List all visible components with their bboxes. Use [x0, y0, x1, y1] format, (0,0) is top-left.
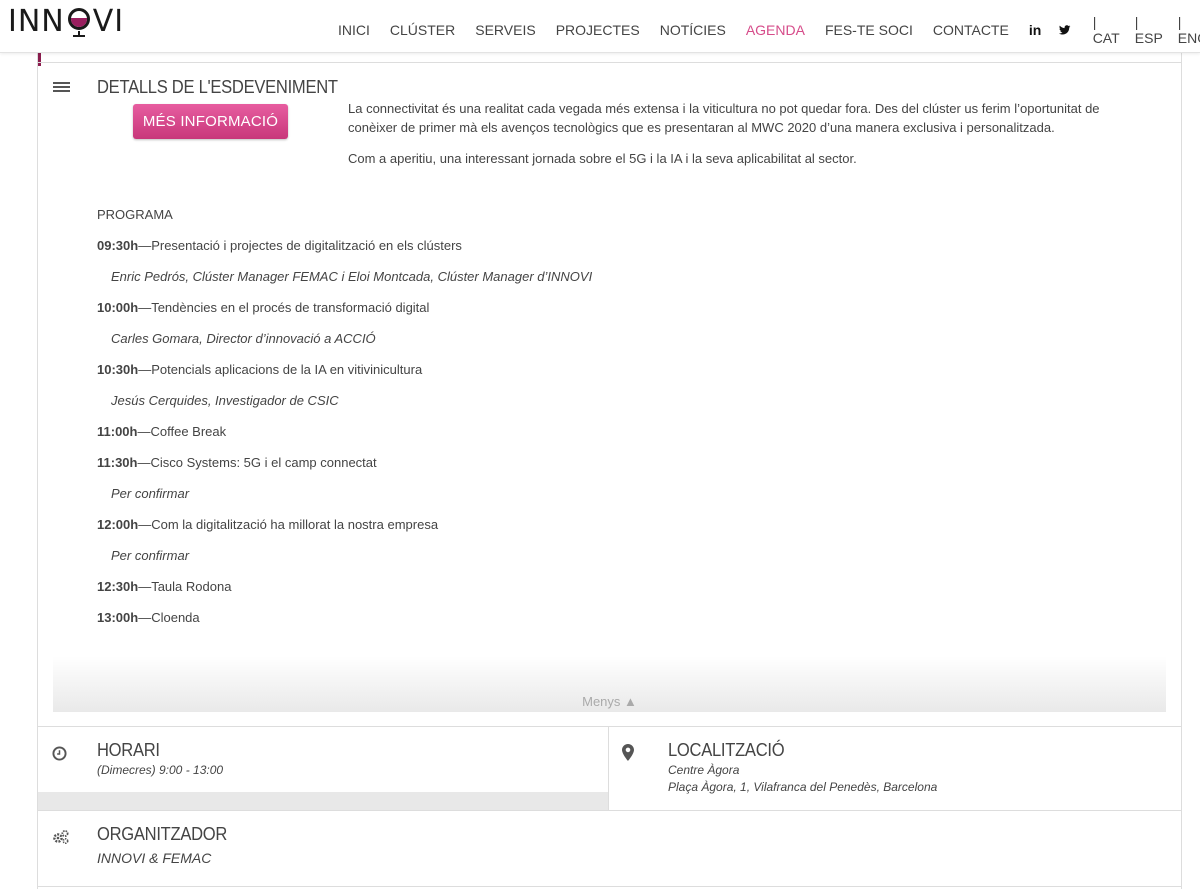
program-list: 09:30h—Presentació i projectes de digita…: [97, 237, 797, 640]
content-right-border: [1181, 53, 1182, 889]
program-time: 10:00h: [97, 300, 139, 315]
program-time: 09:30h: [97, 238, 139, 253]
program-title: PROGRAMA: [97, 207, 173, 222]
program-speaker: Per confirmar: [111, 548, 190, 563]
content-left-border: [37, 53, 38, 889]
logo-text-part1: INN: [8, 3, 65, 39]
program-speaker: Jesús Cerquides, Investigador de CSIC: [111, 393, 339, 408]
divider: [38, 886, 1181, 887]
program-time: 12:30h: [97, 579, 139, 594]
nav-item-fes-te-soci[interactable]: FES-TE SOCI: [825, 22, 913, 38]
horari-title: HORARI: [97, 740, 160, 760]
horari-footer-bar: [38, 792, 608, 810]
event-description: La connectivitat és una realitat cada ve…: [348, 99, 1138, 180]
program-time: 11:00h: [97, 424, 138, 439]
program-title-text: —Tendències en el procés de transformaci…: [138, 300, 430, 315]
collapse-area: Menys ▲: [53, 656, 1166, 712]
description-paragraph: Com a aperitiu, una interessant jornada …: [348, 151, 857, 166]
list-icon: [53, 82, 70, 95]
program-speaker: Per confirmar: [111, 486, 190, 501]
program-item: 12:30h—Taula Rodona: [97, 578, 797, 609]
nav-item-inici[interactable]: INICI: [338, 22, 370, 38]
program-time: 10:30h: [97, 362, 139, 377]
program-item: 09:30h—Presentació i projectes de digita…: [97, 237, 797, 268]
program-speaker: Carles Gomara, Director d’innovació a AC…: [111, 331, 376, 346]
organitzador-value: INNOVI & FEMAC: [97, 850, 212, 866]
logo-text-part2: VI: [92, 3, 125, 39]
accent-marker: [38, 53, 41, 66]
program-speaker: Enric Pedrós, Clúster Manager FEMAC i El…: [111, 269, 593, 284]
twitter-icon[interactable]: [1059, 24, 1071, 36]
location-place: Centre Àgora: [668, 763, 740, 777]
program-item: 10:30h—Potencials aplicacions de la IA e…: [97, 361, 797, 392]
program-item: 11:00h—Coffee Break: [97, 423, 797, 454]
details-title: DETALLS DE L'ESDEVENIMENT: [97, 77, 338, 97]
program-title-text: —Cloenda: [138, 610, 200, 625]
description-paragraph: La connectivitat és una realitat cada ve…: [348, 101, 1100, 135]
program-item: 11:30h—Cisco Systems: 5G i el camp conne…: [97, 454, 797, 485]
lang-esp[interactable]: | ESP: [1135, 14, 1164, 46]
lang-cat[interactable]: | CAT: [1093, 14, 1121, 46]
program: PROGRAMA 09:30h—Presentació i projectes …: [97, 207, 797, 640]
program-title-text: —Coffee Break: [137, 424, 227, 439]
program-item: 13:00h—Cloenda: [97, 609, 797, 640]
nav-item-agenda[interactable]: AGENDA: [746, 22, 805, 38]
divider: [38, 62, 1181, 63]
lang-eng[interactable]: | ENG: [1178, 14, 1200, 46]
nav-item-noticies[interactable]: NOTÍCIES: [660, 22, 726, 38]
column-divider: [608, 727, 609, 810]
program-title-text: —Cisco Systems: 5G i el camp connectat: [137, 455, 377, 470]
nav-item-cluster[interactable]: CLÚSTER: [390, 22, 455, 38]
horari-value: (Dimecres) 9:00 - 13:00: [97, 763, 224, 777]
program-time: 12:00h: [97, 517, 139, 532]
program-item: 10:00h—Tendències en el procés de transf…: [97, 299, 797, 330]
location-address[interactable]: Plaça Àgora, 1, Vilafranca del Penedès, …: [668, 778, 937, 796]
more-info-button[interactable]: MÉS INFORMACIÓ: [133, 104, 288, 139]
organitzador-title: ORGANITZADOR: [97, 824, 228, 844]
program-title-text: —Com la digitalització ha millorat la no…: [138, 517, 439, 532]
wine-glass-icon: [66, 4, 92, 38]
program-title-text: —Potencials aplicacions de la IA en viti…: [138, 362, 423, 377]
linkedin-icon[interactable]: in: [1029, 22, 1041, 38]
nav-item-projectes[interactable]: PROJECTES: [556, 22, 640, 38]
program-item: 12:00h—Com la digitalització ha millorat…: [97, 516, 797, 547]
innovi-logo[interactable]: INN VI: [8, 3, 125, 39]
program-time: 11:30h: [97, 455, 138, 470]
program-time: 13:00h: [97, 610, 139, 625]
divider: [38, 726, 1181, 727]
localitzacio-title: LOCALITZACIÓ: [668, 740, 785, 760]
show-less-link[interactable]: Menys ▲: [53, 694, 1166, 709]
map-pin-icon: [622, 744, 634, 761]
program-title-text: —Presentació i projectes de digitalitzac…: [138, 238, 462, 253]
nav-item-serveis[interactable]: SERVEIS: [475, 22, 535, 38]
nav-item-contacte[interactable]: CONTACTE: [933, 22, 1009, 38]
program-title-text: —Taula Rodona: [138, 579, 232, 594]
divider: [38, 810, 1181, 811]
clock-icon: [52, 746, 67, 761]
gears-icon: [53, 830, 69, 845]
top-navigation-bar: INN VI INICI CLÚSTER SERVEIS PROJECTES N…: [0, 0, 1200, 53]
main-menu: INICI CLÚSTER SERVEIS PROJECTES NOTÍCIES…: [338, 14, 1200, 46]
